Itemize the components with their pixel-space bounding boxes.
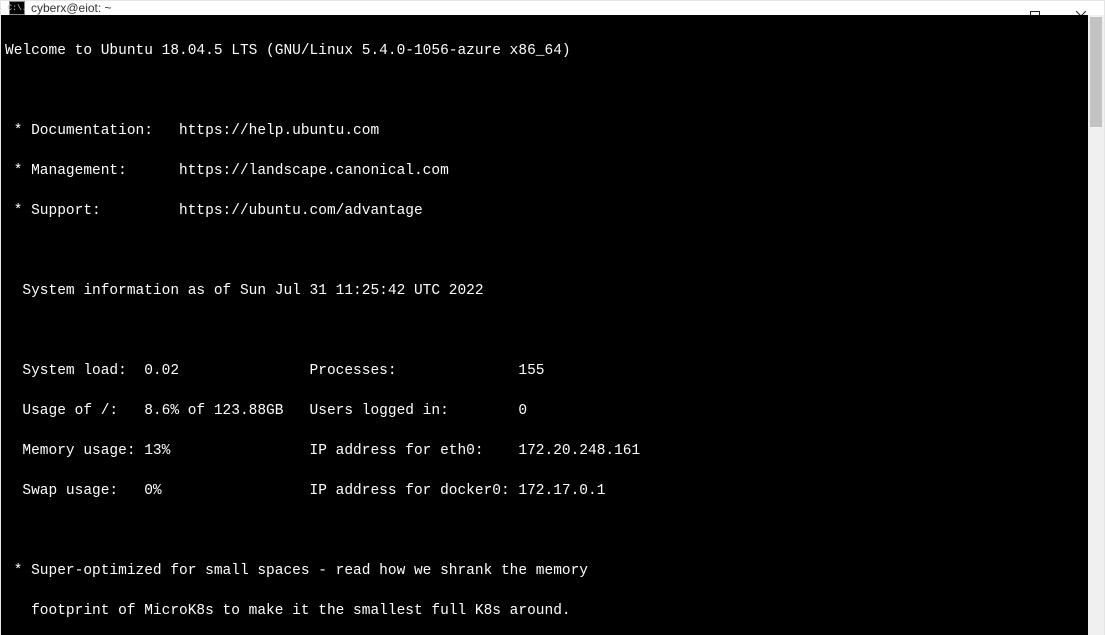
- terminal-window: C:\. cyberx@eiot: ~ Welcome to Ubuntu 18…: [0, 0, 1105, 635]
- vertical-scrollbar[interactable]: [1088, 15, 1104, 635]
- app-icon: C:\.: [9, 1, 25, 15]
- blank: [5, 241, 1084, 261]
- sysinfo-row: Memory usage: 13% IP address for eth0: 1…: [5, 441, 1084, 461]
- titlebar[interactable]: C:\. cyberx@eiot: ~: [1, 1, 1104, 15]
- motd-support-link: * Support: https://ubuntu.com/advantage: [5, 201, 1084, 221]
- sysinfo-row: System load: 0.02 Processes: 155: [5, 361, 1084, 381]
- motd-welcome: Welcome to Ubuntu 18.04.5 LTS (GNU/Linux…: [5, 41, 1084, 61]
- promo-line: footprint of MicroK8s to make it the sma…: [5, 601, 1084, 621]
- scrollbar-thumb[interactable]: [1090, 17, 1102, 127]
- promo-line: * Super-optimized for small spaces - rea…: [5, 561, 1084, 581]
- motd-doc-link: * Documentation: https://help.ubuntu.com: [5, 121, 1084, 141]
- sysinfo-header: System information as of Sun Jul 31 11:2…: [5, 281, 1084, 301]
- window-title: cyberx@eiot: ~: [31, 1, 112, 15]
- sysinfo-row: Usage of /: 8.6% of 123.88GB Users logge…: [5, 401, 1084, 421]
- terminal-output[interactable]: Welcome to Ubuntu 18.04.5 LTS (GNU/Linux…: [1, 15, 1088, 635]
- terminal-area: Welcome to Ubuntu 18.04.5 LTS (GNU/Linux…: [1, 15, 1104, 635]
- sysinfo-row: Swap usage: 0% IP address for docker0: 1…: [5, 481, 1084, 501]
- blank: [5, 521, 1084, 541]
- blank: [5, 81, 1084, 101]
- blank: [5, 321, 1084, 341]
- motd-mgmt-link: * Management: https://landscape.canonica…: [5, 161, 1084, 181]
